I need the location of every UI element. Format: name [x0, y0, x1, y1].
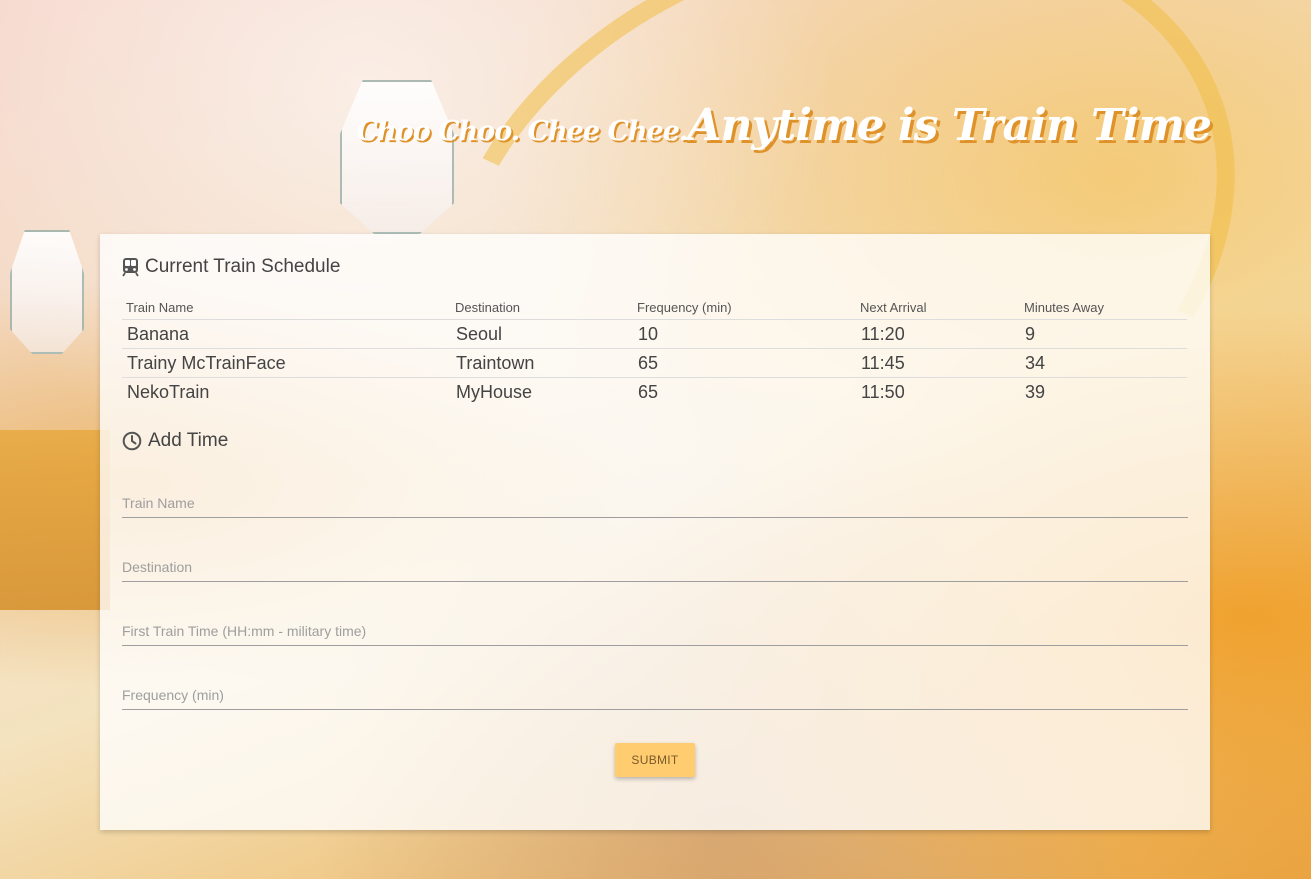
- column-header: Minutes Away: [1020, 298, 1187, 320]
- destination-field-wrapper: [122, 536, 1188, 582]
- train-name-field-wrapper: [122, 472, 1188, 518]
- background-train: [0, 430, 110, 610]
- add-time-heading: Add Time: [122, 428, 1188, 454]
- cell-train-name: NekoTrain: [127, 382, 210, 402]
- column-header: Frequency (min): [633, 298, 856, 320]
- cell-destination: MyHouse: [456, 382, 533, 402]
- cell-minutes-away: 34: [1020, 348, 1187, 378]
- cell-minutes-away: 39: [1025, 382, 1046, 402]
- table-row: Banana Seoul 10 11:20 9: [122, 319, 1187, 349]
- cell-next-arrival: 11:45: [856, 348, 1020, 378]
- train-name-input[interactable]: [122, 495, 1188, 511]
- table-row: Trainy McTrainFace Traintown 65 11:45 34: [122, 348, 1187, 378]
- table-header-row: Train Name Destination Frequency (min) N…: [122, 298, 1187, 320]
- background-lamp: [10, 230, 84, 354]
- cell-frequency: 65: [633, 348, 856, 378]
- column-header: Next Arrival: [856, 298, 1020, 320]
- cell-minutes-away: 9: [1020, 319, 1187, 349]
- schedule-table: Train Name Destination Frequency (min) N…: [122, 298, 1187, 406]
- frequency-field-wrapper: [122, 664, 1188, 710]
- cell-train-name: Trainy McTrainFace: [122, 348, 451, 378]
- cell-frequency: 10: [633, 319, 856, 349]
- page-title: Anytime is Train Time: [687, 100, 1212, 151]
- column-header: Destination: [451, 298, 633, 320]
- cell-train-name: Banana: [122, 319, 451, 349]
- submit-wrapper: SUBMIT: [122, 743, 1188, 777]
- schedule-heading: Current Train Schedule: [122, 254, 1188, 280]
- main-card: Current Train Schedule Train Name Destin…: [100, 234, 1210, 830]
- submit-button[interactable]: SUBMIT: [615, 743, 695, 777]
- cell-destination: Traintown: [451, 348, 633, 378]
- train-icon: [122, 257, 139, 277]
- cell-frequency: 65: [638, 382, 659, 402]
- header-tagline: Choo Choo. Chee Chee.: [356, 116, 689, 147]
- cell-next-arrival: 11:20: [856, 319, 1020, 349]
- page-header: Choo Choo. Chee Chee.Anytime is Train Ti…: [356, 100, 1212, 151]
- column-header: Train Name: [122, 298, 451, 320]
- destination-input[interactable]: [122, 559, 1188, 575]
- clock-icon: [122, 431, 142, 451]
- first-train-time-input[interactable]: [122, 623, 1188, 639]
- cell-next-arrival: 11:50: [861, 382, 905, 402]
- first-train-time-field-wrapper: [122, 600, 1188, 646]
- frequency-input[interactable]: [122, 687, 1188, 703]
- table-row: NekoTrain MyHouse 65 11:50 39: [122, 378, 1187, 407]
- add-time-title: Add Time: [148, 430, 229, 451]
- cell-destination: Seoul: [451, 319, 633, 349]
- schedule-title: Current Train Schedule: [145, 256, 341, 277]
